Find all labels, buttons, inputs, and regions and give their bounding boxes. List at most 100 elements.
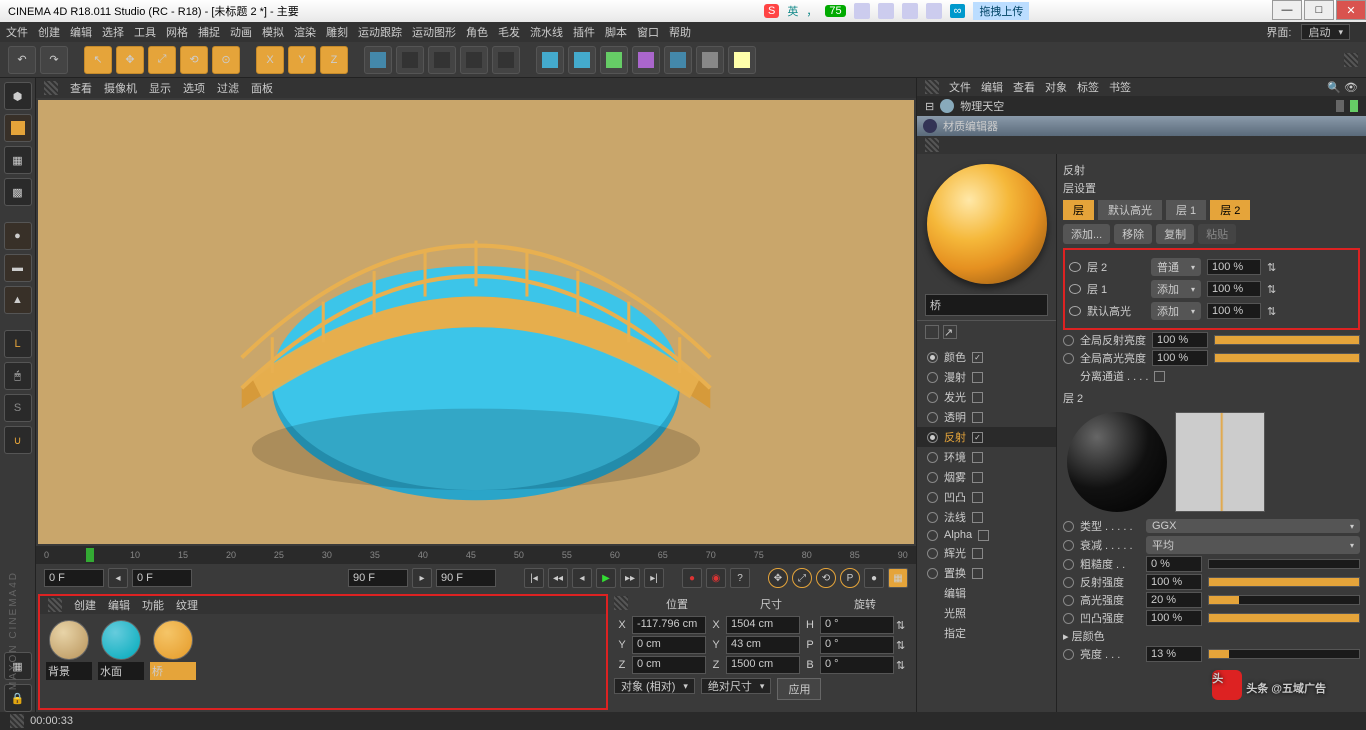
tab-layer2[interactable]: 层 2 <box>1210 200 1250 220</box>
view-menu-camera[interactable]: 摄像机 <box>104 80 137 96</box>
keyframe-sel[interactable]: ? <box>730 568 750 588</box>
tab-default-spec[interactable]: 默认高光 <box>1098 200 1162 220</box>
coord-apply-button[interactable]: 应用 <box>777 678 821 700</box>
add-light[interactable] <box>728 46 756 74</box>
panel-grip[interactable] <box>1344 53 1358 67</box>
objmenu-file[interactable]: 文件 <box>949 79 971 95</box>
point-mode[interactable]: ● <box>4 222 32 250</box>
menu-pipeline[interactable]: 流水线 <box>530 24 563 40</box>
size-y[interactable]: 43 cm <box>726 636 800 654</box>
poly-mode[interactable]: ▲ <box>4 286 32 314</box>
soft-select[interactable]: ∪ <box>4 426 32 454</box>
view-menu-panel[interactable]: 面板 <box>251 80 273 96</box>
nav-prev[interactable] <box>925 325 939 339</box>
coord-size-select[interactable]: 绝对尺寸 <box>701 678 772 694</box>
add-spline[interactable] <box>568 46 596 74</box>
menu-select[interactable]: 选择 <box>102 24 124 40</box>
layer-row-default[interactable]: 默认高光添加100 %⇅ <box>1069 302 1354 320</box>
chan-color-check[interactable] <box>972 352 983 363</box>
layer-color-expander[interactable]: 层颜色 <box>1063 628 1360 644</box>
menu-tools[interactable]: 工具 <box>134 24 156 40</box>
timeline-ruler[interactable]: 051015202530354045505560657075808590 <box>36 546 916 564</box>
current-frame[interactable]: 0 F <box>132 569 192 587</box>
cloud-icon[interactable]: ∞ <box>950 4 966 18</box>
coord-system[interactable] <box>364 46 392 74</box>
menu-window[interactable]: 窗口 <box>637 24 659 40</box>
play-forward[interactable]: ▶ <box>596 568 616 588</box>
ime-icon-1[interactable] <box>854 3 870 19</box>
copy-layer-button[interactable]: 复制 <box>1156 224 1194 244</box>
menu-mesh[interactable]: 网格 <box>166 24 188 40</box>
spec-strength-slider[interactable] <box>1208 595 1360 605</box>
menu-motion[interactable]: 运动跟踪 <box>358 24 402 40</box>
layer-opacity[interactable]: 100 % <box>1207 259 1261 275</box>
make-editable[interactable]: ⬢ <box>4 82 32 110</box>
atten-select[interactable]: 平均 <box>1146 536 1360 554</box>
matmenu-create[interactable]: 创建 <box>74 597 96 613</box>
paste-layer-button[interactable]: 粘贴 <box>1198 224 1236 244</box>
chan-diffuse-radio[interactable] <box>927 372 938 383</box>
object-sky[interactable]: ⊟ 物理天空 <box>917 96 1366 116</box>
tab-layer[interactable]: 层 <box>1063 200 1094 220</box>
remove-layer-button[interactable]: 移除 <box>1114 224 1152 244</box>
objmenu-view[interactable]: 查看 <box>1013 79 1035 95</box>
view-menu-view[interactable]: 查看 <box>70 80 92 96</box>
viewport-solo[interactable]: 🖱 <box>4 362 32 390</box>
add-env[interactable] <box>664 46 692 74</box>
chan-reflect-check[interactable] <box>972 432 983 443</box>
matmenu-func[interactable]: 功能 <box>142 597 164 613</box>
layer-row-2[interactable]: 层 2普通100 %⇅ <box>1069 258 1354 276</box>
view-menu-options[interactable]: 选项 <box>183 80 205 96</box>
tab-layer1[interactable]: 层 1 <box>1166 200 1206 220</box>
playhead[interactable] <box>86 548 94 562</box>
add-layer-button[interactable]: 添加... <box>1063 224 1110 244</box>
menu-char[interactable]: 角色 <box>466 24 488 40</box>
add-camera[interactable] <box>696 46 724 74</box>
spec-strength-value[interactable]: 20 % <box>1146 592 1202 608</box>
select-tool[interactable]: ↖ <box>84 46 112 74</box>
cloud-upload-btn[interactable]: 拖拽上传 <box>973 2 1029 20</box>
ime-icon-2[interactable] <box>878 3 894 19</box>
axis-x[interactable]: X <box>256 46 284 74</box>
mat-grip[interactable] <box>48 598 62 612</box>
add-generator[interactable] <box>600 46 628 74</box>
material-name-field[interactable]: 桥 <box>925 294 1048 316</box>
pos-z[interactable]: 0 cm <box>632 656 706 674</box>
next-key[interactable]: ▸ <box>412 568 432 588</box>
brightness-slider[interactable] <box>1208 649 1360 659</box>
ime-logo[interactable]: S <box>764 4 779 18</box>
objmenu-bookmark[interactable]: 书签 <box>1109 79 1131 95</box>
record-key[interactable]: ● <box>682 568 702 588</box>
redo-button[interactable]: ↷ <box>40 46 68 74</box>
render-settings[interactable] <box>492 46 520 74</box>
snap-toggle[interactable]: S <box>4 394 32 422</box>
objmenu-obj[interactable]: 对象 <box>1045 79 1067 95</box>
bump-strength-slider[interactable] <box>1208 613 1360 623</box>
material-bg[interactable]: 背景 <box>46 620 92 680</box>
layer-row-1[interactable]: 层 1添加100 %⇅ <box>1069 280 1354 298</box>
key-param[interactable]: P <box>840 568 860 588</box>
key-rot[interactable]: ⟲ <box>816 568 836 588</box>
objmenu-tag[interactable]: 标签 <box>1077 79 1099 95</box>
menu-hair[interactable]: 毛发 <box>498 24 520 40</box>
axis-y[interactable]: Y <box>288 46 316 74</box>
material-preview[interactable] <box>927 164 1047 284</box>
view-menu-display[interactable]: 显示 <box>149 80 171 96</box>
autokey[interactable]: ◉ <box>706 568 726 588</box>
pos-y[interactable]: 0 cm <box>632 636 706 654</box>
key-pos[interactable]: ✥ <box>768 568 788 588</box>
add-cube[interactable] <box>536 46 564 74</box>
texture-mode[interactable]: ▦ <box>4 146 32 174</box>
refl-type-select[interactable]: GGX <box>1146 519 1360 533</box>
eye-icon[interactable] <box>1069 262 1081 272</box>
edge-mode[interactable]: ▬ <box>4 254 32 282</box>
goto-start[interactable]: |◂ <box>524 568 544 588</box>
refl-strength-slider[interactable] <box>1208 577 1360 587</box>
key-pla[interactable]: ● <box>864 568 884 588</box>
filmstrip-icon[interactable]: ▦ <box>888 568 908 588</box>
material-bridge[interactable]: 桥 <box>150 620 196 680</box>
objmenu-edit[interactable]: 编辑 <box>981 79 1003 95</box>
menu-sculpt[interactable]: 雕刻 <box>326 24 348 40</box>
goto-end[interactable]: ▸| <box>644 568 664 588</box>
workplane-mode[interactable]: ▩ <box>4 178 32 206</box>
